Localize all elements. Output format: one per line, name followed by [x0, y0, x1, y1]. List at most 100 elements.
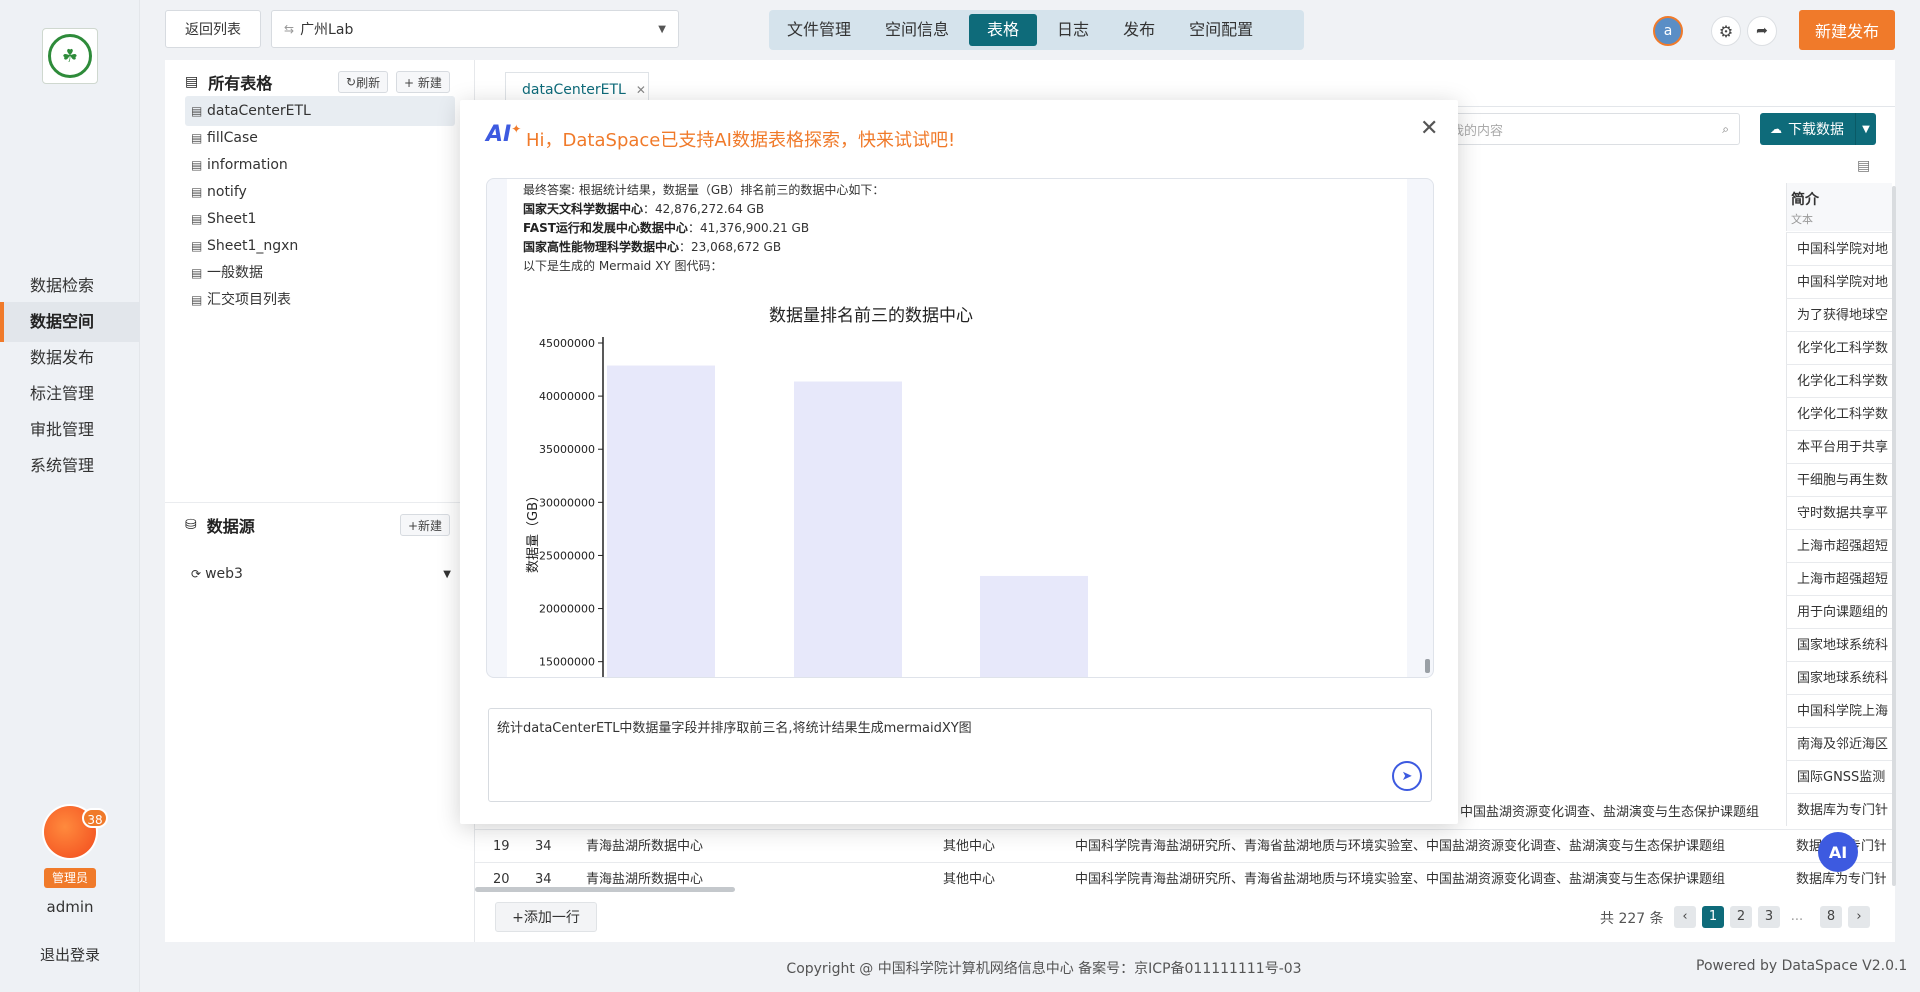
- tab-publish[interactable]: 发布: [1109, 14, 1169, 46]
- page-8[interactable]: 8: [1820, 906, 1842, 928]
- close-icon[interactable]: ✕: [1420, 116, 1438, 141]
- column-settings-icon[interactable]: ▤: [1857, 158, 1870, 174]
- tab-space-info[interactable]: 空间信息: [871, 14, 963, 46]
- tab-space-config[interactable]: 空间配置: [1175, 14, 1267, 46]
- table-item-project-list[interactable]: ▤ 汇交项目列表: [185, 285, 455, 315]
- page-2[interactable]: 2: [1730, 906, 1752, 928]
- table-item-label: notify: [207, 184, 247, 200]
- database-icon: ⛁: [185, 517, 197, 533]
- table-row[interactable]: 20 34 青海盐湖所数据中心 其他中心 中国科学院青海盐湖研究所、青海省盐湖地…: [475, 862, 1895, 888]
- answer-scrollbar[interactable]: [1425, 659, 1430, 673]
- close-icon[interactable]: ✕: [636, 83, 646, 97]
- cloud-download-icon: ☁: [1770, 122, 1782, 136]
- table-item-dataCenterETL[interactable]: ▤ dataCenterETL: [185, 96, 455, 126]
- page-1[interactable]: 1: [1702, 906, 1724, 928]
- nav-system[interactable]: 系统管理: [0, 446, 140, 486]
- cell-intro[interactable]: 化学化工科学数: [1786, 331, 1892, 364]
- send-icon[interactable]: ➤: [1392, 761, 1422, 791]
- table-icon: ▤: [191, 185, 203, 199]
- new-publish-button[interactable]: 新建发布: [1799, 10, 1895, 50]
- cell-intro[interactable]: 干细胞与再生数: [1786, 463, 1892, 496]
- answer-panel[interactable]: 最终答案: 根据统计结果，数据量（GB）排名前三的数据中心如下： 国家天文科学数…: [486, 178, 1434, 678]
- prev-page-icon[interactable]: ‹: [1674, 906, 1696, 928]
- user-avatar[interactable]: a: [1653, 16, 1683, 46]
- cell-intro[interactable]: 为了获得地球空: [1786, 298, 1892, 331]
- sparkle-icon: ✦: [511, 122, 522, 136]
- tab-tables[interactable]: 表格: [969, 14, 1038, 46]
- cell-intro[interactable]: 上海市超强超短: [1786, 529, 1892, 562]
- answer-intro: 最终答案: 根据统计结果，数据量（GB）排名前三的数据中心如下：: [523, 183, 885, 197]
- table-item-fillCase[interactable]: ▤ fillCase: [185, 123, 455, 153]
- vertical-scrollbar[interactable]: [1892, 186, 1896, 886]
- cell-intro[interactable]: 上海市超强超短: [1786, 562, 1892, 595]
- cell-intro[interactable]: 国家地球系统科: [1786, 628, 1892, 661]
- ai-assistant-button[interactable]: AI: [1818, 832, 1858, 872]
- y-tick-label: 20000000: [539, 603, 595, 616]
- dialog-title: Hi，DataSpace已支持AI数据表格探索，快来试试吧!: [526, 130, 956, 151]
- cell-intro[interactable]: 化学化工科学数: [1786, 397, 1892, 430]
- space-select[interactable]: ⇆ 广州Lab ▼: [271, 10, 679, 48]
- refresh-button[interactable]: ↻ 刷新: [338, 71, 389, 93]
- cell-intro[interactable]: 本平台用于共享: [1786, 430, 1892, 463]
- cell-name: 青海盐湖所数据中心: [586, 839, 704, 854]
- cell-intro[interactable]: 南海及邻近海区: [1786, 727, 1892, 760]
- mermaid-note: 以下是生成的 Mermaid XY 图代码：: [523, 259, 723, 273]
- table-item-information[interactable]: ▤ information: [185, 150, 455, 180]
- y-tick-label: 30000000: [539, 496, 595, 509]
- back-to-list-button[interactable]: 返回列表: [165, 10, 261, 48]
- page-3[interactable]: 3: [1758, 906, 1780, 928]
- refresh-icon: ↻: [346, 75, 357, 89]
- nav-data-publish[interactable]: 数据发布: [0, 338, 140, 378]
- cell-intro[interactable]: 中国科学院对地: [1786, 265, 1892, 298]
- logout-link[interactable]: 退出登录: [0, 944, 140, 965]
- nav-annotation[interactable]: 标注管理: [0, 374, 140, 414]
- search-input[interactable]: 我的内容 ⌕: [1440, 113, 1740, 145]
- answer-line-2: FAST运行和发展中心数据中心：41,376,900.21 GB: [523, 221, 810, 235]
- table-row[interactable]: 中国盐湖资源变化调查、盐湖演变与生态保护课题组: [1445, 796, 1895, 829]
- answer-line-1: 国家天文科学数据中心：42,876,272.64 GB: [523, 202, 765, 216]
- share-icon[interactable]: ➦: [1747, 16, 1777, 46]
- query-input[interactable]: 统计dataCenterETL中数据量字段并排序取前三名,将统计结果生成merm…: [488, 708, 1432, 802]
- nav-data-search[interactable]: 数据检索: [0, 266, 140, 306]
- nav-approval[interactable]: 审批管理: [0, 410, 140, 450]
- new-datasource-button[interactable]: +新建: [400, 514, 451, 536]
- column-header-intro[interactable]: 简介 文本: [1786, 183, 1892, 231]
- tab-files[interactable]: 文件管理: [773, 14, 865, 46]
- gear-icon[interactable]: ⚙: [1711, 16, 1741, 46]
- datasource-header: ⛁ 数据源 +新建: [165, 502, 475, 546]
- new-table-button[interactable]: + 新建: [396, 71, 450, 93]
- refresh-label: 刷新: [356, 75, 381, 90]
- ai-logo-text: AI: [486, 122, 512, 147]
- cell-intro[interactable]: 中国科学院对地: [1786, 232, 1892, 265]
- table-item-general-data[interactable]: ▤ 一般数据: [185, 258, 455, 288]
- nav-data-space[interactable]: 数据空间: [0, 302, 140, 342]
- cell-intro[interactable]: 国际GNSS监测: [1786, 760, 1892, 793]
- next-page-icon[interactable]: ›: [1848, 906, 1870, 928]
- cell-intro[interactable]: 守时数据共享平: [1786, 496, 1892, 529]
- ai-logo-icon: AI✦: [486, 122, 521, 147]
- tables-title: 所有表格: [208, 74, 273, 93]
- cell-intro[interactable]: 国家地球系统科: [1786, 661, 1892, 694]
- add-row-button[interactable]: +添加一行: [495, 902, 597, 932]
- table-item-sheet1-ngxn[interactable]: ▤ Sheet1_ngxn: [185, 231, 455, 261]
- cell-intro[interactable]: 化学化工科学数: [1786, 364, 1892, 397]
- table-row[interactable]: 19 34 青海盐湖所数据中心 其他中心 中国科学院青海盐湖研究所、青海省盐湖地…: [475, 829, 1895, 862]
- cell-intro[interactable]: 用于向课题组的: [1786, 595, 1892, 628]
- cell-intro[interactable]: 中国科学院上海: [1786, 694, 1892, 727]
- table-item-sheet1[interactable]: ▤ Sheet1: [185, 204, 455, 234]
- horizontal-scrollbar[interactable]: [475, 887, 735, 892]
- username: admin: [46, 898, 94, 916]
- table-item-notify[interactable]: ▤ notify: [185, 177, 455, 207]
- chevron-down-icon: ▼: [658, 23, 666, 35]
- datasource-item-web3[interactable]: ⟳ web3 ▼: [191, 562, 451, 586]
- download-options-caret[interactable]: ▼: [1855, 113, 1876, 145]
- y-tick-label: 40000000: [539, 390, 595, 403]
- logo-emblem-icon: ☘: [48, 34, 92, 78]
- search-icon: ⌕: [1722, 121, 1729, 136]
- answer-name: FAST运行和发展中心数据中心: [523, 221, 688, 235]
- tab-logs[interactable]: 日志: [1043, 14, 1103, 46]
- y-tick-label: 15000000: [539, 656, 595, 669]
- cell-org: 中国盐湖资源变化调查、盐湖演变与生态保护课题组: [1460, 805, 1760, 820]
- bar-chart: 数据量排名前三的数据中心 45000000 40000000 35000000 3000…: [526, 306, 1088, 677]
- y-tick-label: 45000000: [539, 337, 595, 350]
